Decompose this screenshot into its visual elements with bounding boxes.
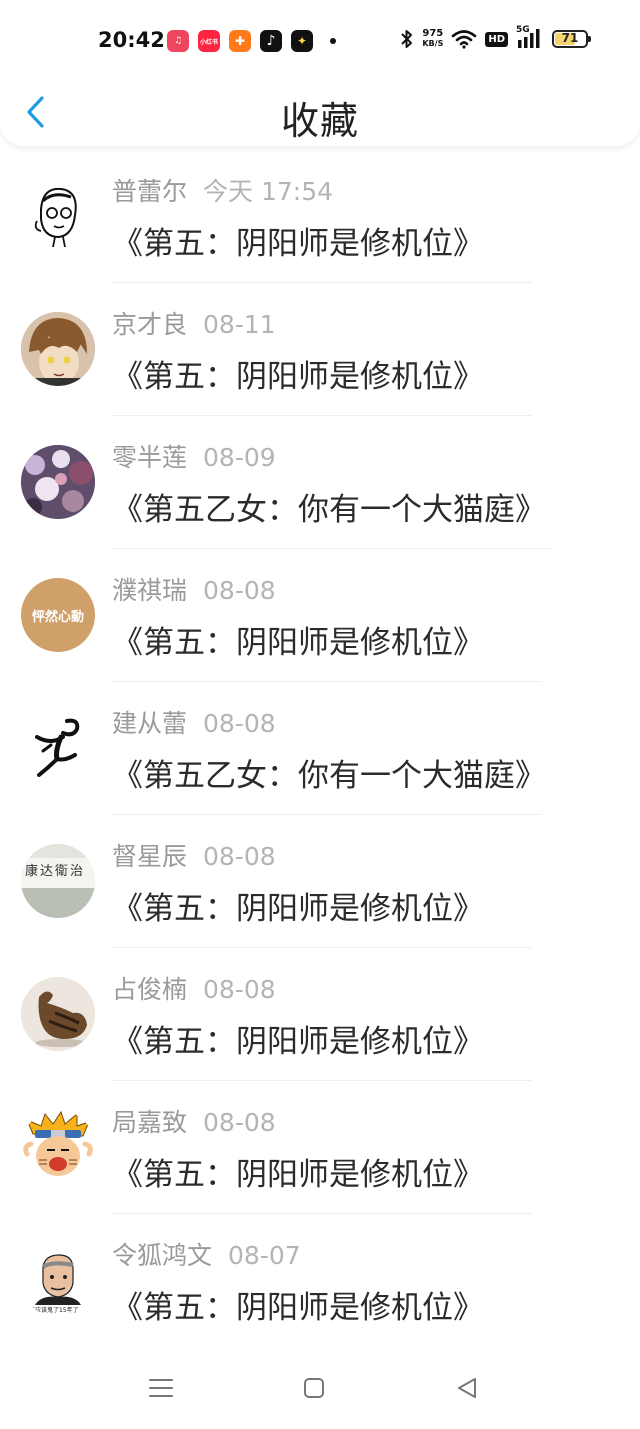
menu-button[interactable] bbox=[146, 1373, 176, 1403]
item-username: 占俊楠 bbox=[112, 975, 188, 1004]
back-triangle-icon bbox=[458, 1378, 476, 1398]
rooster-sculpture-avatar-icon bbox=[21, 977, 95, 1051]
item-date: 08-08 bbox=[203, 975, 276, 1004]
item-meta: 零半莲 08-09 bbox=[112, 438, 276, 474]
item-username: 令狐鸿文 bbox=[112, 1241, 213, 1270]
item-title: 《第五乙女：你有一个大猫庭》 bbox=[112, 492, 546, 528]
bluetooth-icon bbox=[401, 30, 413, 48]
favorite-item[interactable]: 怦然心動 濮祺瑞 08-08 《第五：阴阳师是修机位》 bbox=[0, 549, 640, 682]
sketch-avatar-icon bbox=[34, 187, 77, 248]
system-nav-bar bbox=[0, 1345, 640, 1429]
item-username: 督星辰 bbox=[112, 842, 188, 871]
wifi-icon bbox=[452, 30, 477, 49]
favorites-screen: 20:42 ♫ 小红书 ✚ ♪ ✦ 975 KB/S HD 5G 71 收藏 普… bbox=[0, 0, 640, 1429]
favorite-item[interactable]: 占俊楠 08-08 《第五：阴阳师是修机位》 bbox=[0, 948, 640, 1081]
notification-app-icons: ♫ 小红书 ✚ ♪ ✦ bbox=[167, 30, 336, 52]
back-nav-button[interactable] bbox=[452, 1373, 482, 1403]
favorite-item[interactable]: 局嘉致 08-08 《第五：阴阳师是修机位》 bbox=[0, 1081, 640, 1214]
avatar-text: 怦然心動 bbox=[31, 609, 84, 625]
item-meta: 普蕾尔 今天 17:54 bbox=[112, 172, 333, 208]
avatar-text: 康达衛治 bbox=[25, 864, 86, 879]
tiktok-app-icon: ♪ bbox=[260, 30, 282, 52]
item-date: 08-08 bbox=[203, 709, 276, 738]
status-right-group: 975 KB/S HD 5G 71 bbox=[400, 25, 591, 50]
network-speed-unit: KB/S bbox=[422, 39, 444, 48]
item-title: 《第五：阴阳师是修机位》 bbox=[112, 891, 484, 927]
item-meta: 督星辰 08-08 bbox=[112, 837, 276, 873]
battery-level: 71 bbox=[561, 31, 579, 45]
avatar-text: 那我应该鬼了15年了 bbox=[23, 1307, 79, 1314]
avatar bbox=[21, 977, 95, 1051]
item-meta: 令狐鸿文 08-07 bbox=[112, 1236, 301, 1272]
crowd-photo-avatar-icon bbox=[21, 445, 95, 519]
item-date: 今天 17:54 bbox=[203, 177, 334, 206]
network-speed-value: 975 bbox=[422, 28, 444, 39]
favorite-item[interactable]: 京才良 08-11 《第五：阴阳师是修机位》 bbox=[0, 283, 640, 416]
home-button[interactable] bbox=[299, 1373, 329, 1403]
xiaohongshu-app-icon: 小红书 bbox=[198, 30, 220, 52]
music-app-icon: ♫ bbox=[167, 30, 189, 52]
item-title: 《第五：阴阳师是修机位》 bbox=[112, 625, 484, 661]
item-date: 08-11 bbox=[203, 310, 276, 339]
hd-badge: HD bbox=[485, 31, 508, 47]
item-username: 濮祺瑞 bbox=[112, 576, 188, 605]
item-title: 《第五乙女：你有一个大猫庭》 bbox=[112, 758, 546, 794]
anime-boy-avatar-icon bbox=[21, 312, 95, 386]
item-title: 《第五：阴阳师是修机位》 bbox=[112, 226, 484, 262]
item-meta: 局嘉致 08-08 bbox=[112, 1103, 276, 1139]
favorite-item[interactable]: 普蕾尔 今天 17:54 《第五：阴阳师是修机位》 bbox=[0, 150, 640, 283]
item-date: 08-09 bbox=[203, 443, 276, 472]
battery-icon: 71 bbox=[552, 30, 591, 48]
favorites-list: 普蕾尔 今天 17:54 《第五：阴阳师是修机位》 京才良 08-11 《第五：… bbox=[0, 150, 640, 1347]
menu-icon bbox=[149, 1379, 173, 1397]
avatar: 那我应该鬼了15年了 bbox=[21, 1243, 95, 1317]
favorite-item[interactable]: 那我应该鬼了15年了 令狐鸿文 08-07 《第五：阴阳师是修机位》 bbox=[0, 1214, 640, 1347]
item-username: 京才良 bbox=[112, 310, 188, 339]
home-icon bbox=[304, 1378, 324, 1398]
naruto-avatar-icon bbox=[23, 1110, 93, 1176]
item-username: 建从蕾 bbox=[112, 709, 188, 738]
item-date: 08-08 bbox=[203, 576, 276, 605]
avatar: 怦然心動 bbox=[21, 578, 95, 652]
item-date: 08-08 bbox=[203, 1108, 276, 1137]
avatar bbox=[21, 711, 95, 785]
more-notifications-dot-icon bbox=[330, 38, 336, 44]
item-title: 《第五：阴阳师是修机位》 bbox=[112, 1290, 484, 1326]
avatar: 康达衛治 bbox=[21, 844, 95, 918]
item-username: 局嘉致 bbox=[112, 1108, 188, 1137]
item-meta: 建从蕾 08-08 bbox=[112, 704, 276, 740]
favorite-item[interactable]: 零半莲 08-09 《第五乙女：你有一个大猫庭》 bbox=[0, 416, 640, 549]
battery-nub bbox=[588, 36, 591, 42]
network-speed: 975 KB/S bbox=[422, 29, 443, 49]
dancer-figure-avatar-icon bbox=[35, 718, 80, 777]
favorite-item[interactable]: 建从蕾 08-08 《第五乙女：你有一个大猫庭》 bbox=[0, 682, 640, 815]
avatar bbox=[21, 1110, 95, 1184]
avatar bbox=[21, 445, 95, 519]
item-meta: 占俊楠 08-08 bbox=[112, 970, 276, 1006]
signal-bars-icon bbox=[518, 29, 540, 48]
item-username: 零半莲 bbox=[112, 443, 188, 472]
shop-app-icon: ✚ bbox=[229, 30, 251, 52]
status-time: 20:42 bbox=[98, 28, 165, 52]
favorite-item[interactable]: 康达衛治 督星辰 08-08 《第五：阴阳师是修机位》 bbox=[0, 815, 640, 948]
header-bar: 收藏 bbox=[0, 80, 640, 146]
item-date: 08-08 bbox=[203, 842, 276, 871]
item-meta: 京才良 08-11 bbox=[112, 305, 276, 341]
item-title: 《第五：阴阳师是修机位》 bbox=[112, 1157, 484, 1193]
avatar bbox=[21, 179, 95, 253]
item-title: 《第五：阴阳师是修机位》 bbox=[112, 1024, 484, 1060]
item-meta: 濮祺瑞 08-08 bbox=[112, 571, 276, 607]
item-title: 《第五：阴阳师是修机位》 bbox=[112, 359, 484, 395]
status-bar: 20:42 ♫ 小红书 ✚ ♪ ✦ 975 KB/S HD 5G 71 bbox=[0, 0, 640, 80]
avatar bbox=[21, 312, 95, 386]
page-title: 收藏 bbox=[280, 99, 359, 143]
item-date: 08-07 bbox=[228, 1241, 301, 1270]
star-app-icon: ✦ bbox=[291, 30, 313, 52]
item-username: 普蕾尔 bbox=[112, 177, 188, 206]
calligraphy-photo-avatar-icon bbox=[21, 844, 95, 918]
cellular-signal: 5G bbox=[516, 25, 544, 50]
